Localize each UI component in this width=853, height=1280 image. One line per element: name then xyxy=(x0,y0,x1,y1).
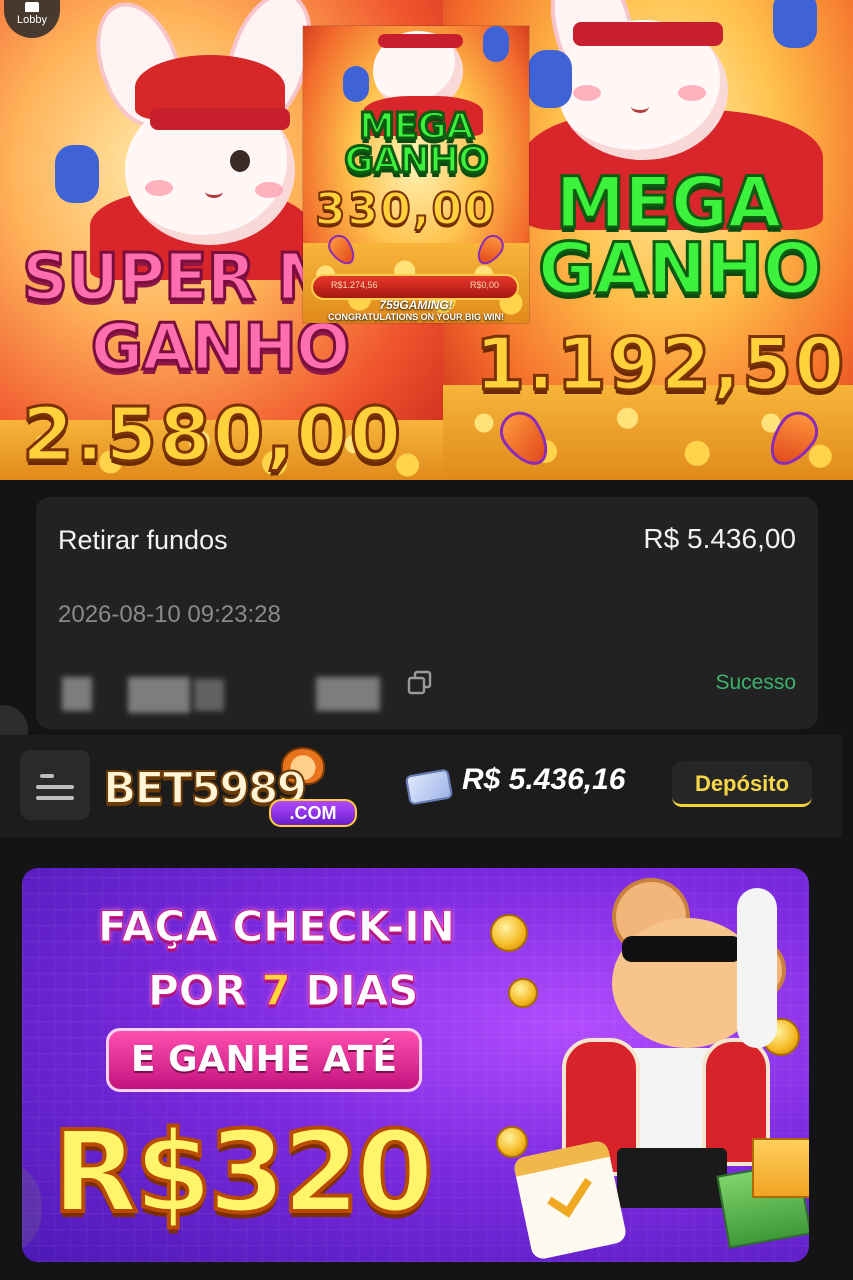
wallet-icon xyxy=(404,768,454,806)
win-rail: R$1.274,56 R$0,00 xyxy=(311,274,519,300)
floating-button-edge[interactable] xyxy=(22,1168,42,1248)
transaction-status: Sucesso xyxy=(715,671,796,694)
win-amount: 2.580,00 xyxy=(20,391,404,480)
gift-box-image xyxy=(752,1138,809,1198)
promo-line2-number: 7 xyxy=(261,966,291,1016)
redacted-order-id xyxy=(194,679,224,711)
promo-line1: FAÇA CHECK-IN xyxy=(98,902,456,952)
menu-icon xyxy=(40,774,54,778)
redacted-order-id xyxy=(62,677,92,711)
redacted-order-id xyxy=(128,677,190,713)
win-title-line1: MEGA xyxy=(554,162,783,244)
win-panel-mega-center: MEGA GANHO 330,00 R$1.274,56 R$0,00 759G… xyxy=(303,26,529,323)
rail-left-value: R$1.274,56 xyxy=(331,280,378,290)
withdrawal-record-section: Retirar fundos R$ 5.436,00 2026-08-10 09… xyxy=(0,480,853,755)
rabbit-mascot-image xyxy=(40,0,340,280)
promo-line2-suffix: DIAS xyxy=(305,966,419,1016)
transaction-date: 2026-08-10 09:23:28 xyxy=(58,601,281,628)
deposit-button[interactable]: Depósito xyxy=(672,761,812,807)
withdrawal-card[interactable]: Retirar fundos R$ 5.436,00 2026-08-10 09… xyxy=(36,497,818,729)
menu-icon xyxy=(36,796,74,800)
promo-pill-text: E GANHE ATÉ xyxy=(130,1039,398,1080)
promo-line2-prefix: POR xyxy=(148,966,248,1016)
win-title-line2: GANHO xyxy=(537,228,824,310)
home-icon xyxy=(25,2,39,12)
balance-amount: R$ 5.436,16 xyxy=(462,763,626,796)
win-amount: 1.192,50 xyxy=(473,321,847,408)
checkin-promo-banner[interactable]: FAÇA CHECK-IN POR 7 DIAS E GANHE ATÉ R$3… xyxy=(22,868,809,1262)
win-amount: 330,00 xyxy=(314,183,497,236)
app-header: BET5989 .COM R$ 5.436,16 Depósito xyxy=(0,735,842,837)
lobby-label: Lobby xyxy=(17,14,47,26)
win-screenshots-collage: Lobby SUPER ME GANHO 2.580,00 MEGA GANHO… xyxy=(0,0,853,480)
transaction-amount: R$ 5.436,00 xyxy=(643,523,796,554)
menu-icon xyxy=(36,785,74,789)
promo-line2: POR 7 DIAS xyxy=(148,966,420,1016)
win-title-line2: GANHO xyxy=(343,140,490,181)
congrats-caption: CONGRATULATIONS ON YOUR BIG WIN! xyxy=(328,312,504,322)
brand-logo[interactable]: BET5989 .COM xyxy=(102,747,363,827)
promo-pill: E GANHE ATÉ xyxy=(106,1028,422,1092)
transaction-type: Retirar fundos xyxy=(58,525,228,555)
rail-right-value: R$0,00 xyxy=(469,280,499,290)
redacted-order-id xyxy=(316,677,380,711)
win-title-line2: GANHO xyxy=(89,311,352,385)
copy-icon[interactable] xyxy=(406,669,434,697)
menu-button[interactable] xyxy=(20,750,90,820)
brand-caption: 759GAMING! xyxy=(379,298,453,312)
promo-amount: R$320 xyxy=(50,1106,436,1240)
logo-domain: .COM xyxy=(269,799,357,827)
